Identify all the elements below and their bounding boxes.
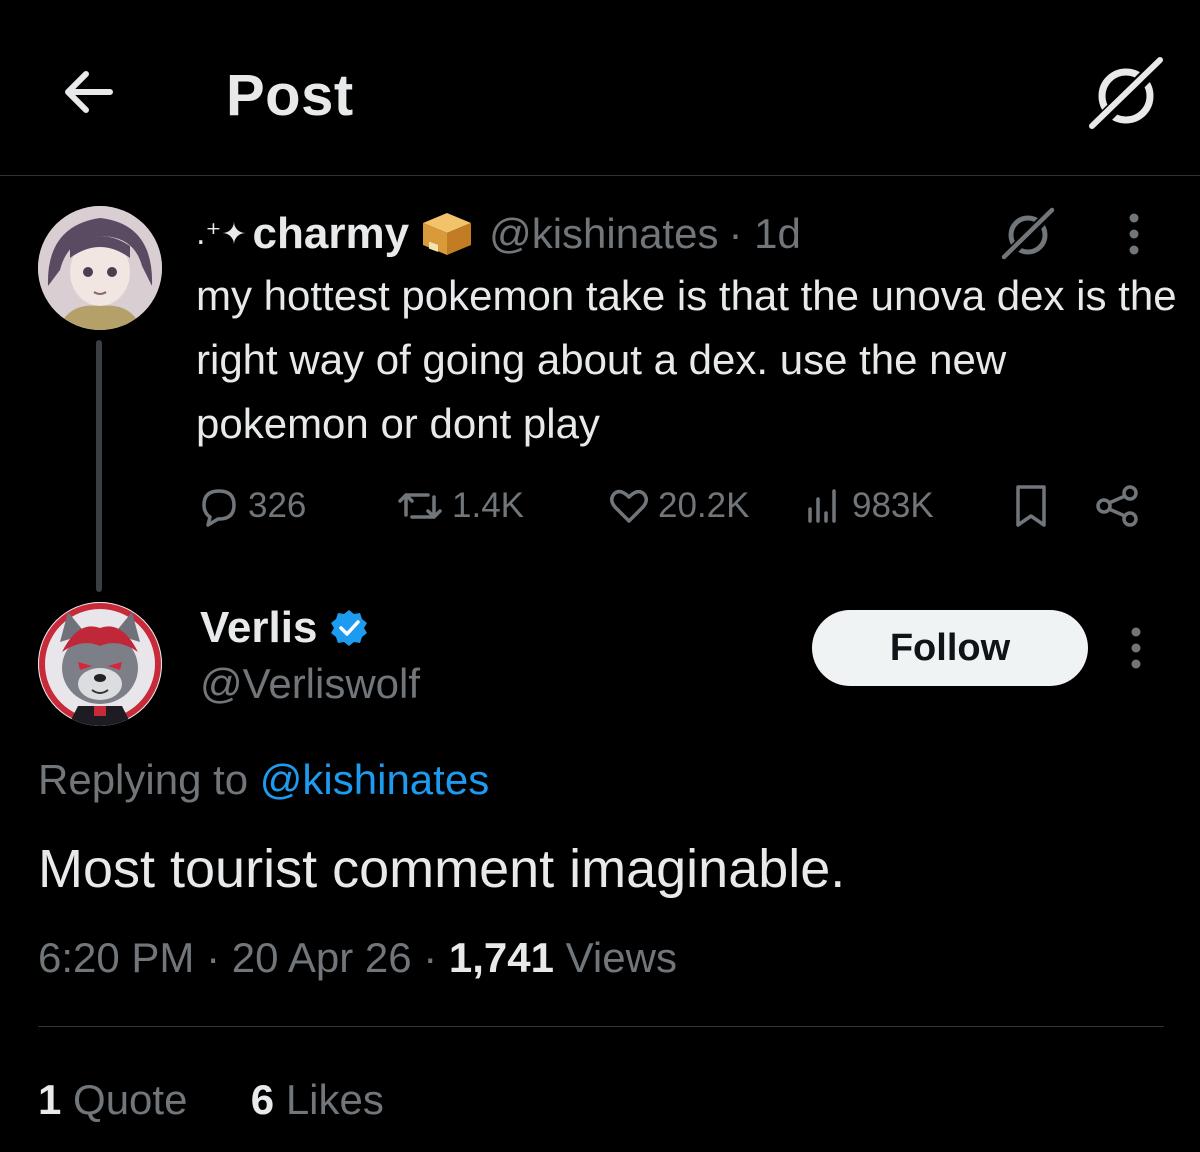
parent-post-text: my hottest pokemon take is that the unov… bbox=[196, 272, 1177, 447]
author-display-name[interactable]: Verlis bbox=[200, 603, 317, 653]
post-time: 6:20 PM bbox=[38, 934, 195, 981]
quotes-stat[interactable]: 1 Quote bbox=[38, 1076, 187, 1123]
parent-metrics: 326 1.4K 20.2K 983K bbox=[196, 476, 1156, 536]
post-meta: 6:20 PM · 20 Apr 26 · 1,741 Views bbox=[38, 934, 677, 982]
bookmark-icon bbox=[1016, 485, 1046, 527]
repost-metric[interactable]: 1.4K bbox=[394, 476, 524, 536]
more-vertical-icon bbox=[1129, 213, 1139, 255]
heart-icon bbox=[610, 489, 648, 523]
parent-more-button[interactable] bbox=[1110, 210, 1158, 258]
main-more-button[interactable] bbox=[1112, 624, 1160, 672]
parent-display-name[interactable]: charmy bbox=[253, 209, 410, 259]
views-count: 983K bbox=[852, 486, 934, 525]
parent-handle[interactable]: @kishinates bbox=[489, 210, 718, 258]
quotes-count: 1 bbox=[38, 1076, 62, 1123]
share-button[interactable] bbox=[1092, 476, 1148, 536]
reply-count: 326 bbox=[248, 486, 307, 525]
parent-grok-button[interactable] bbox=[1000, 206, 1056, 262]
author-handle[interactable]: @Verliswolf bbox=[200, 660, 420, 708]
parent-timestamp: · 1d bbox=[728, 210, 801, 257]
meta-separator: · bbox=[423, 934, 449, 981]
post-page: Post .⁺✦ charmy @kishinates · 1d my hott… bbox=[0, 0, 1200, 1152]
repost-count: 1.4K bbox=[452, 486, 524, 525]
page-title: Post bbox=[226, 63, 354, 128]
anime-character-avatar bbox=[38, 206, 162, 330]
more-vertical-icon bbox=[1131, 627, 1141, 669]
thread-connector bbox=[96, 340, 102, 592]
like-count: 20.2K bbox=[658, 486, 750, 525]
package-emoji-icon bbox=[419, 211, 475, 257]
top-bar: Post bbox=[0, 0, 1200, 176]
like-metric[interactable]: 20.2K bbox=[606, 476, 749, 536]
grok-icon bbox=[1001, 207, 1056, 262]
quotes-label: Quote bbox=[73, 1076, 188, 1123]
meta-separator: · bbox=[206, 934, 232, 981]
parent-avatar[interactable] bbox=[38, 206, 162, 330]
verified-badge-icon bbox=[331, 610, 368, 646]
grok-icon bbox=[1089, 57, 1165, 133]
analytics-icon bbox=[808, 489, 836, 523]
divider bbox=[38, 1026, 1164, 1027]
sparkle-decoration: .⁺✦ bbox=[196, 216, 247, 252]
views-metric[interactable]: 983K bbox=[800, 476, 934, 536]
grok-button[interactable] bbox=[1086, 54, 1166, 134]
reply-icon bbox=[202, 489, 236, 527]
replying-to: Replying to @kishinates bbox=[38, 756, 489, 804]
likes-count: 6 bbox=[250, 1076, 275, 1123]
wolf-character-avatar bbox=[38, 602, 162, 726]
main-avatar[interactable] bbox=[38, 602, 162, 726]
replying-prefix: Replying to bbox=[38, 756, 249, 803]
post-date: 20 Apr 26 bbox=[231, 934, 412, 981]
reply-metric[interactable]: 326 bbox=[196, 476, 306, 536]
bookmark-button[interactable] bbox=[1008, 476, 1060, 536]
follow-button[interactable]: Follow bbox=[812, 610, 1088, 686]
main-post-text: Most tourist comment imaginable. bbox=[38, 839, 846, 899]
post-views-label[interactable]: Views bbox=[566, 934, 677, 981]
engagement-stats: 1 Quote 6 Likes bbox=[38, 1076, 384, 1124]
likes-stat[interactable]: 6 Likes bbox=[251, 1076, 384, 1123]
repost-icon bbox=[398, 493, 442, 519]
back-button[interactable] bbox=[56, 60, 120, 124]
likes-label: Likes bbox=[285, 1076, 384, 1123]
share-icon bbox=[1096, 485, 1138, 527]
parent-header: .⁺✦ charmy @kishinates · 1d bbox=[196, 206, 801, 262]
arrow-left-icon bbox=[65, 71, 113, 113]
replying-mention-link[interactable]: @kishinates bbox=[260, 756, 489, 803]
author-name-row: Verlis bbox=[200, 602, 369, 654]
post-views-count: 1,741 bbox=[448, 934, 554, 981]
